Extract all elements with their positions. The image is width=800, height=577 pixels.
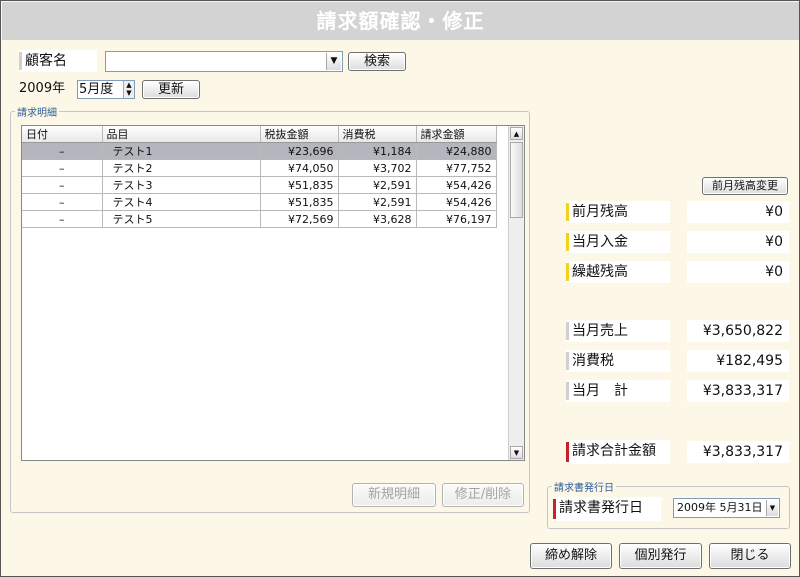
column-header-net[interactable]: 税抜金額 bbox=[260, 126, 339, 143]
cell-net: ¥51,835 bbox=[260, 176, 339, 194]
table-row[interactable]: – テスト2 ¥74,050 ¥3,702 ¥77,752 bbox=[22, 159, 497, 177]
cell-total: ¥24,880 bbox=[416, 142, 497, 160]
label-marker bbox=[566, 233, 569, 251]
cell-date: – bbox=[22, 193, 103, 211]
cell-tax: ¥2,591 bbox=[338, 193, 417, 211]
cell-tax: ¥2,591 bbox=[338, 176, 417, 194]
edit-delete-button[interactable]: 修正/削除 bbox=[442, 483, 524, 507]
cell-item: テスト1 bbox=[102, 142, 261, 160]
year-text: 2009年 bbox=[19, 81, 66, 96]
cell-date: – bbox=[22, 159, 103, 177]
label-marker bbox=[566, 382, 569, 400]
update-button[interactable]: 更新 bbox=[142, 80, 200, 99]
cell-item: テスト5 bbox=[102, 210, 261, 228]
details-group-title: 請求明細 bbox=[15, 104, 59, 119]
issue-date-picker[interactable]: 2009年 5月31日 ▼ bbox=[673, 498, 780, 518]
carry-balance-label: 繰越残高 bbox=[566, 261, 670, 283]
details-grid: 日付 品目 税抜金額 消費税 請求金額 – テスト1 ¥23,696 ¥1,18… bbox=[22, 126, 497, 228]
cell-tax: ¥3,628 bbox=[338, 210, 417, 228]
grand-total-label-text: 請求合計金額 bbox=[572, 443, 656, 459]
cell-total: ¥54,426 bbox=[416, 176, 497, 194]
month-suffix: 月度 bbox=[87, 82, 114, 97]
close-button[interactable]: 閉じる bbox=[709, 543, 791, 569]
grand-total-value: ¥3,833,317 bbox=[687, 441, 789, 463]
cell-net: ¥72,569 bbox=[260, 210, 339, 228]
cell-net: ¥74,050 bbox=[260, 159, 339, 177]
new-detail-button[interactable]: 新規明細 bbox=[352, 483, 436, 507]
cell-item: テスト2 bbox=[102, 159, 261, 177]
cell-item: テスト4 bbox=[102, 193, 261, 211]
table-row[interactable]: – テスト5 ¥72,569 ¥3,628 ¥76,197 bbox=[22, 210, 497, 228]
cell-net: ¥23,696 bbox=[260, 142, 339, 160]
column-header-total[interactable]: 請求金額 bbox=[416, 126, 497, 143]
cell-date: – bbox=[22, 176, 103, 194]
cell-item: テスト3 bbox=[102, 176, 261, 194]
month-total-label: 当月 計 bbox=[566, 380, 670, 402]
month-total-value: ¥3,833,317 bbox=[687, 380, 789, 402]
column-header-date[interactable]: 日付 bbox=[22, 126, 103, 143]
individual-issue-button[interactable]: 個別発行 bbox=[619, 543, 702, 569]
vertical-scrollbar[interactable]: ▲ ▼ bbox=[508, 126, 524, 460]
tax-label-text: 消費税 bbox=[572, 353, 614, 369]
month-payment-label-text: 当月入金 bbox=[572, 234, 628, 250]
tax-label: 消費税 bbox=[566, 350, 670, 372]
customer-label: 顧客名 bbox=[19, 50, 97, 72]
month-spinner[interactable]: 5月度 ▲ ▼ bbox=[77, 80, 135, 99]
table-header-row: 日付 品目 税抜金額 消費税 請求金額 bbox=[22, 126, 497, 143]
column-header-item[interactable]: 品目 bbox=[102, 126, 261, 143]
label-marker bbox=[566, 203, 569, 221]
chevron-down-icon[interactable]: ▼ bbox=[766, 500, 778, 516]
issue-date-value: 2009年 5月31日 bbox=[677, 501, 763, 514]
label-marker bbox=[566, 442, 569, 462]
change-prev-balance-button[interactable]: 前月残高変更 bbox=[702, 177, 788, 195]
label-marker bbox=[553, 499, 556, 519]
table-row[interactable]: – テスト4 ¥51,835 ¥2,591 ¥54,426 bbox=[22, 193, 497, 211]
column-header-tax[interactable]: 消費税 bbox=[338, 126, 417, 143]
close-billing-button[interactable]: 締め解除 bbox=[530, 543, 612, 569]
scroll-thumb[interactable] bbox=[510, 142, 523, 218]
prev-balance-value: ¥0 bbox=[687, 201, 789, 223]
main-window: 請求額確認・修正 顧客名 ▼ 検索 2009年 5月度 ▲ ▼ 更新 請求明細 日… bbox=[0, 0, 800, 577]
window-title: 請求額確認・修正 bbox=[2, 2, 799, 40]
tax-value: ¥182,495 bbox=[687, 350, 789, 372]
carry-balance-label-text: 繰越残高 bbox=[572, 264, 628, 280]
issue-date-label-text: 請求書発行日 bbox=[559, 500, 643, 516]
cell-tax: ¥3,702 bbox=[338, 159, 417, 177]
grand-total-label: 請求合計金額 bbox=[566, 440, 670, 464]
customer-label-text: 顧客名 bbox=[25, 53, 67, 69]
cell-net: ¥51,835 bbox=[260, 193, 339, 211]
label-marker bbox=[566, 352, 569, 370]
issue-date-group-title: 請求書発行日 bbox=[552, 479, 616, 494]
month-total-label-text: 当月 計 bbox=[572, 383, 628, 399]
sales-label: 当月売上 bbox=[566, 320, 670, 342]
scroll-down-icon[interactable]: ▼ bbox=[510, 446, 523, 459]
cell-total: ¥76,197 bbox=[416, 210, 497, 228]
label-marker bbox=[566, 322, 569, 340]
table-row[interactable]: – テスト3 ¥51,835 ¥2,591 ¥54,426 bbox=[22, 176, 497, 194]
details-table[interactable]: 日付 品目 税抜金額 消費税 請求金額 – テスト1 ¥23,696 ¥1,18… bbox=[21, 125, 525, 461]
table-row[interactable]: – テスト1 ¥23,696 ¥1,184 ¥24,880 bbox=[22, 142, 497, 160]
search-button[interactable]: 検索 bbox=[348, 52, 406, 71]
month-payment-label: 当月入金 bbox=[566, 231, 670, 253]
prev-balance-label-text: 前月残高 bbox=[572, 204, 628, 220]
month-payment-value: ¥0 bbox=[687, 231, 789, 253]
sales-label-text: 当月売上 bbox=[572, 323, 628, 339]
sales-value: ¥3,650,822 bbox=[687, 320, 789, 342]
spin-arrows-icon[interactable]: ▲ ▼ bbox=[123, 81, 134, 98]
cell-tax: ¥1,184 bbox=[338, 142, 417, 160]
chevron-down-icon[interactable]: ▼ bbox=[326, 53, 341, 70]
issue-date-label: 請求書発行日 bbox=[553, 497, 661, 521]
carry-balance-value: ¥0 bbox=[687, 261, 789, 283]
label-marker bbox=[19, 52, 22, 70]
label-marker bbox=[566, 263, 569, 281]
customer-combobox[interactable]: ▼ bbox=[105, 51, 343, 72]
cell-date: – bbox=[22, 210, 103, 228]
cell-total: ¥77,752 bbox=[416, 159, 497, 177]
cell-total: ¥54,426 bbox=[416, 193, 497, 211]
prev-balance-label: 前月残高 bbox=[566, 201, 670, 223]
cell-date: – bbox=[22, 142, 103, 160]
scroll-up-icon[interactable]: ▲ bbox=[510, 127, 523, 140]
